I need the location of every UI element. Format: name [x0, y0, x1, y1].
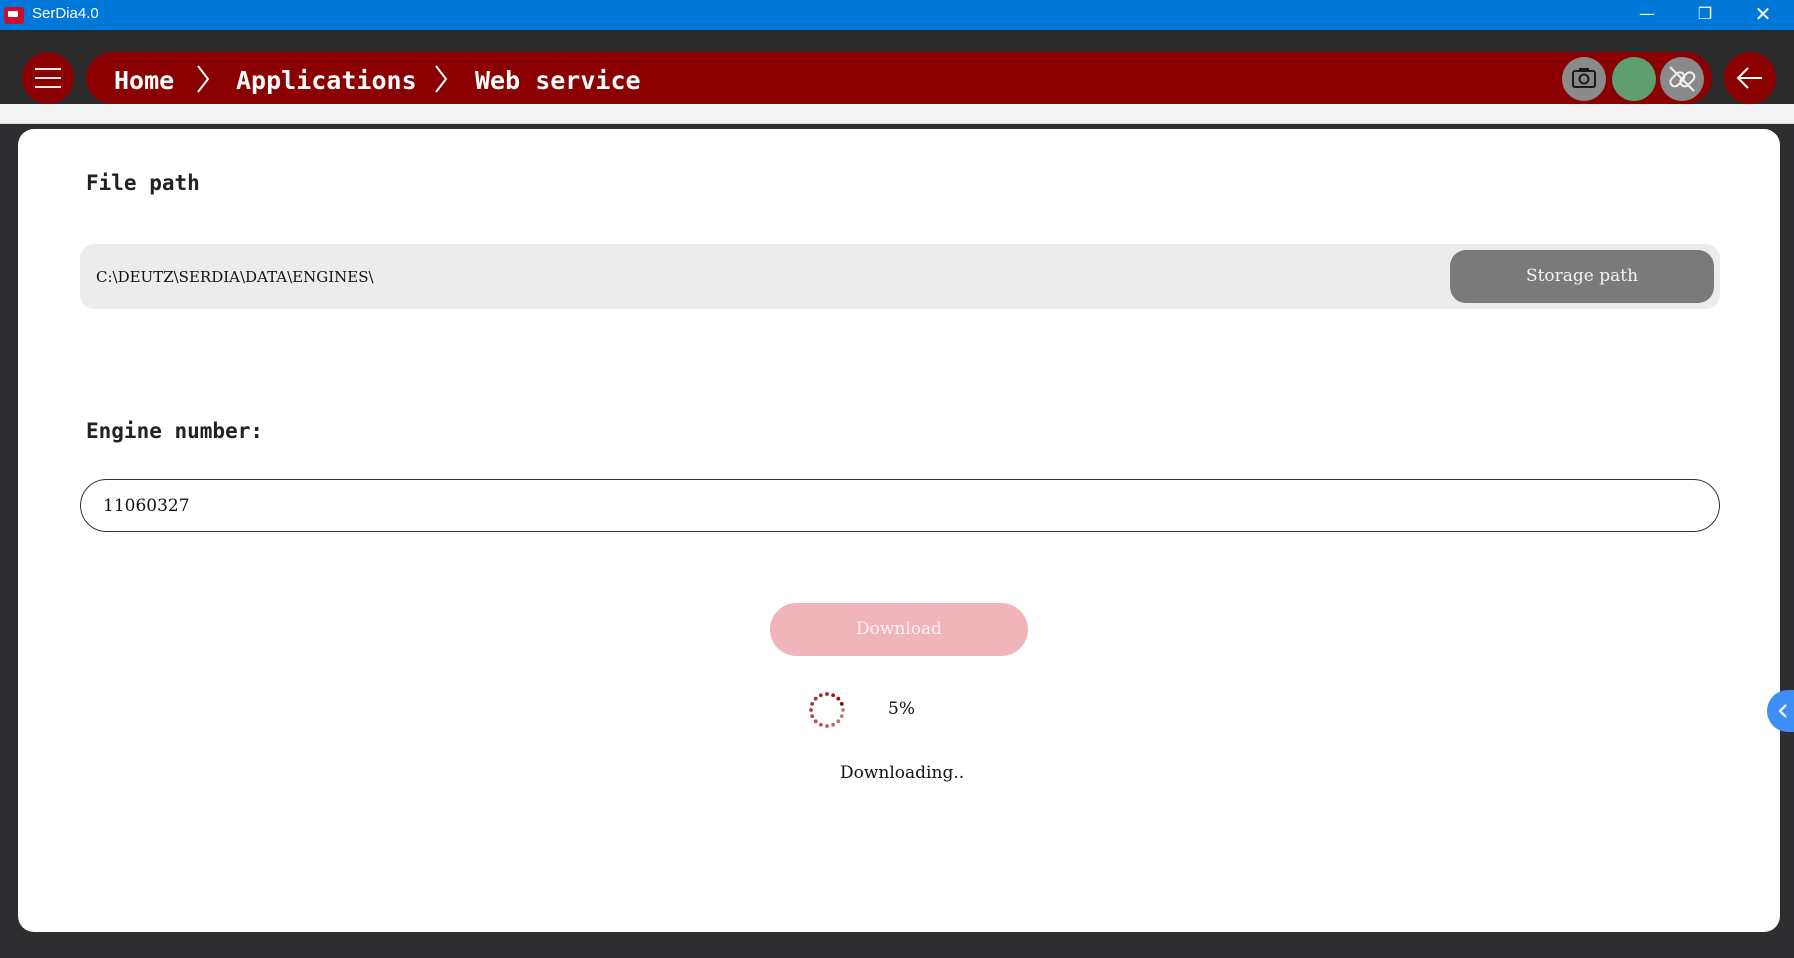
download-button[interactable]: Download [770, 603, 1028, 656]
maximize-button[interactable]: ❐ [1676, 0, 1734, 30]
hamburger-icon-line [35, 68, 61, 70]
file-path-value: C:\DEUTZ\SERDIA\DATA\ENGINES\ [96, 268, 374, 286]
spinner-dot [809, 708, 813, 712]
chevron-right-icon [435, 65, 448, 93]
spinner-dot [825, 692, 829, 696]
hamburger-icon-line [35, 77, 61, 79]
spinner-dot [810, 701, 815, 706]
loading-spinner-icon [809, 692, 845, 728]
engine-number-label: Engine number: [86, 419, 264, 443]
app-logo-icon [4, 7, 24, 24]
chevron-right-icon [197, 65, 210, 93]
engine-number-input[interactable] [80, 479, 1720, 532]
spinner-dot [839, 701, 844, 706]
close-button[interactable]: ✕ [1734, 0, 1792, 30]
spinner-dot [813, 696, 818, 701]
spinner-dot [831, 722, 836, 727]
web-service-panel: File path C:\DEUTZ\SERDIA\DATA\ENGINES\ … [18, 129, 1780, 932]
camera-icon [1572, 68, 1596, 88]
link-broken-icon [1669, 66, 1696, 92]
breadcrumb-home[interactable]: Home [114, 66, 174, 95]
file-path-label: File path [86, 171, 200, 195]
window-title: SerDia4.0 [32, 5, 99, 22]
spinner-dot [831, 693, 836, 698]
connection-status-indicator [1612, 57, 1656, 101]
spinner-dot [818, 722, 823, 727]
download-progress-percent: 5% [888, 699, 915, 719]
minimize-button[interactable]: — [1618, 0, 1676, 30]
arrow-left-icon [1736, 67, 1762, 89]
breadcrumb-applications[interactable]: Applications [236, 66, 417, 95]
screenshot-button[interactable] [1562, 57, 1606, 101]
spinner-dot [839, 714, 844, 719]
header-divider-strip [0, 104, 1794, 124]
storage-path-button[interactable]: Storage path [1450, 250, 1714, 303]
connection-button[interactable] [1660, 57, 1704, 101]
breadcrumb-web-service: Web service [475, 66, 641, 95]
spinner-dot [841, 708, 845, 712]
spinner-dot [810, 714, 815, 719]
download-status-text: Downloading.. [840, 763, 965, 783]
chevron-left-icon [1778, 704, 1787, 718]
spinner-dot [813, 719, 818, 724]
breadcrumb: Home Applications Web service [86, 52, 1712, 104]
hamburger-icon-line [35, 86, 61, 88]
back-button[interactable] [1724, 52, 1776, 104]
spinner-dot [818, 693, 823, 698]
window-title-bar: SerDia4.0 — ❐ ✕ [0, 0, 1794, 30]
menu-button[interactable] [22, 52, 74, 104]
spinner-dot [836, 719, 841, 724]
spinner-dot [836, 696, 841, 701]
spinner-dot [825, 724, 829, 728]
